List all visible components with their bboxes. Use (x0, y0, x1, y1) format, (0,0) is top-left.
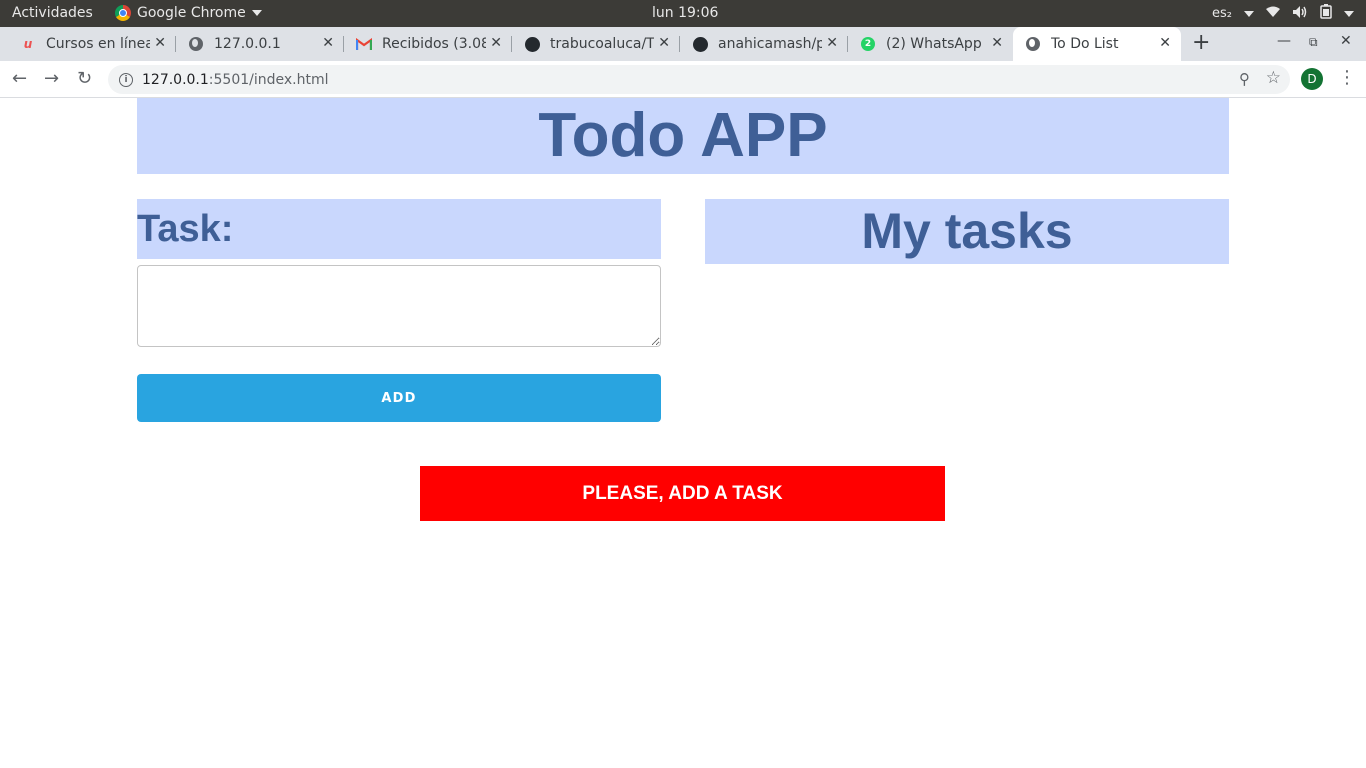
tab-localhost[interactable]: 127.0.0.1 ✕ (176, 27, 344, 61)
profile-avatar[interactable]: D (1301, 68, 1323, 90)
back-icon[interactable]: ← (12, 68, 27, 89)
tab-github-anahicamash[interactable]: anahicamash/p ✕ (680, 27, 848, 61)
close-window-icon[interactable]: ✕ (1340, 33, 1352, 49)
reload-icon[interactable]: ↻ (77, 68, 92, 89)
close-icon[interactable]: ✕ (322, 35, 334, 51)
minimize-icon[interactable]: — (1277, 33, 1291, 49)
info-icon[interactable]: i (119, 72, 133, 87)
app-menu[interactable]: Google Chrome (115, 5, 262, 21)
volume-icon (1292, 5, 1308, 23)
app-menu-label: Google Chrome (137, 5, 246, 21)
chrome-icon (115, 5, 131, 21)
tab-title: anahicamash/p (718, 36, 822, 52)
close-icon[interactable]: ✕ (826, 35, 838, 51)
app-title: Todo APP (137, 98, 1229, 174)
zoom-icon[interactable]: ⚲ (1239, 70, 1250, 88)
tab-udemy[interactable]: u Cursos en línea ✕ (8, 27, 176, 61)
task-label: Task: (137, 199, 661, 259)
chevron-down-icon (1244, 10, 1254, 17)
gmail-icon (356, 36, 372, 52)
system-top-bar: Actividades Google Chrome lun 19:06 es₂ (0, 0, 1366, 27)
task-input[interactable] (137, 265, 661, 347)
page-viewport: Todo APP Task: ADD My tasks PLEASE, ADD … (0, 98, 1366, 768)
close-icon[interactable]: ✕ (154, 35, 166, 51)
tab-strip: u Cursos en línea ✕ 127.0.0.1 ✕ Recibido… (0, 27, 1366, 61)
whatsapp-icon: 2 (860, 36, 876, 52)
empty-task-alert: PLEASE, ADD A TASK (420, 466, 945, 521)
globe-icon (188, 36, 204, 52)
battery-icon (1320, 4, 1332, 23)
browser-toolbar: ← → ↻ i 127.0.0.1 :5501/index.html ⚲ ☆ D… (0, 61, 1366, 98)
github-icon (524, 36, 540, 52)
clock[interactable]: lun 19:06 (652, 5, 718, 21)
globe-icon (1025, 36, 1041, 52)
chevron-down-icon (1344, 10, 1354, 17)
maximize-icon[interactable]: ⧉ (1309, 35, 1318, 50)
kebab-menu-icon[interactable]: ⋮ (1338, 67, 1356, 88)
add-task-button[interactable]: ADD (137, 374, 661, 422)
tab-title: To Do List (1051, 36, 1119, 52)
address-bar[interactable]: i 127.0.0.1 :5501/index.html ⚲ ☆ (108, 65, 1290, 94)
bookmark-star-icon[interactable]: ☆ (1266, 68, 1281, 88)
url-path: :5501/index.html (208, 71, 329, 88)
chevron-down-icon (251, 10, 262, 16)
tab-title: trabucoaluca/T (550, 36, 654, 52)
new-tab-button[interactable]: + (1192, 30, 1210, 55)
my-tasks-title: My tasks (705, 199, 1229, 264)
keyboard-layout-indicator[interactable]: es₂ (1212, 6, 1232, 21)
tab-gmail[interactable]: Recibidos (3.08 ✕ (344, 27, 512, 61)
tab-title: Recibidos (3.08 (382, 36, 486, 52)
close-icon[interactable]: ✕ (490, 35, 502, 51)
forward-icon[interactable]: → (44, 68, 59, 89)
url-host: 127.0.0.1 (142, 71, 209, 88)
tab-title: (2) WhatsApp (886, 36, 982, 52)
github-icon (692, 36, 708, 52)
tab-github-trabucoaluca[interactable]: trabucoaluca/T ✕ (512, 27, 680, 61)
tab-todo-list[interactable]: To Do List ✕ (1013, 27, 1181, 61)
activities-button[interactable]: Actividades (12, 5, 93, 21)
close-icon[interactable]: ✕ (991, 35, 1003, 51)
close-icon[interactable]: ✕ (658, 35, 670, 51)
wifi-icon (1266, 6, 1280, 22)
close-icon[interactable]: ✕ (1159, 35, 1171, 51)
tab-whatsapp[interactable]: 2 (2) WhatsApp ✕ (848, 27, 1013, 61)
udemy-icon: u (23, 37, 33, 51)
tab-title: 127.0.0.1 (214, 36, 281, 52)
tab-title: Cursos en línea (46, 36, 150, 52)
system-tray[interactable]: es₂ (1212, 4, 1354, 23)
